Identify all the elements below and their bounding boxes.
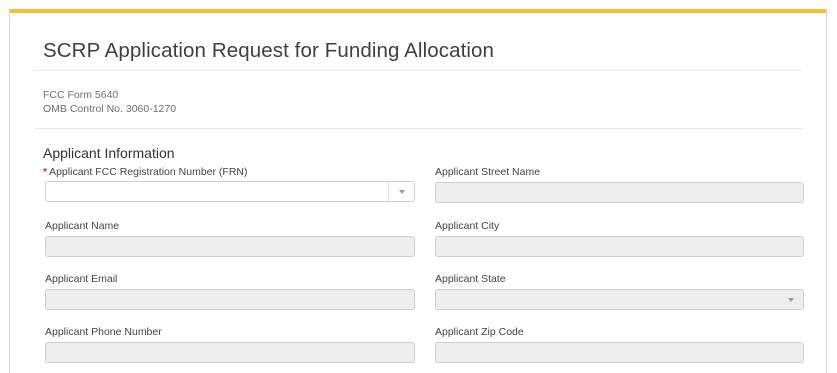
frn-label: * Applicant FCC Registration Number (FRN) [43, 166, 247, 178]
divider [34, 70, 802, 71]
frn-select[interactable] [45, 181, 415, 202]
applicant-street-field[interactable] [435, 182, 804, 203]
divider [34, 128, 802, 129]
required-marker: * [43, 166, 48, 178]
zip-label: Applicant Zip Code [435, 326, 524, 338]
street-label: Applicant Street Name [435, 166, 541, 178]
state-label: Applicant State [435, 273, 506, 285]
applicant-email-field[interactable] [45, 289, 415, 310]
page-title: SCRP Application Request for Funding All… [43, 39, 495, 62]
applicant-zip-field[interactable] [435, 342, 804, 363]
form-card: SCRP Application Request for Funding All… [9, 9, 827, 373]
city-label: Applicant City [435, 220, 500, 232]
applicant-name-field[interactable] [45, 236, 415, 257]
accent-bar [10, 9, 826, 13]
section-title: Applicant Information [43, 145, 175, 161]
applicant-state-select[interactable] [435, 289, 804, 310]
chevron-down-icon[interactable] [388, 182, 414, 201]
frn-label-text: Applicant FCC Registration Number (FRN) [49, 166, 248, 178]
name-label: Applicant Name [45, 220, 120, 232]
applicant-city-field[interactable] [435, 236, 804, 257]
chevron-down-icon[interactable] [778, 290, 803, 309]
applicant-phone-field[interactable] [45, 342, 415, 363]
omb-control-number: OMB Control No. 3060-1270 [43, 103, 177, 115]
phone-label: Applicant Phone Number [45, 326, 162, 338]
email-label: Applicant Email [45, 273, 118, 285]
form-number: FCC Form 5640 [43, 89, 119, 101]
